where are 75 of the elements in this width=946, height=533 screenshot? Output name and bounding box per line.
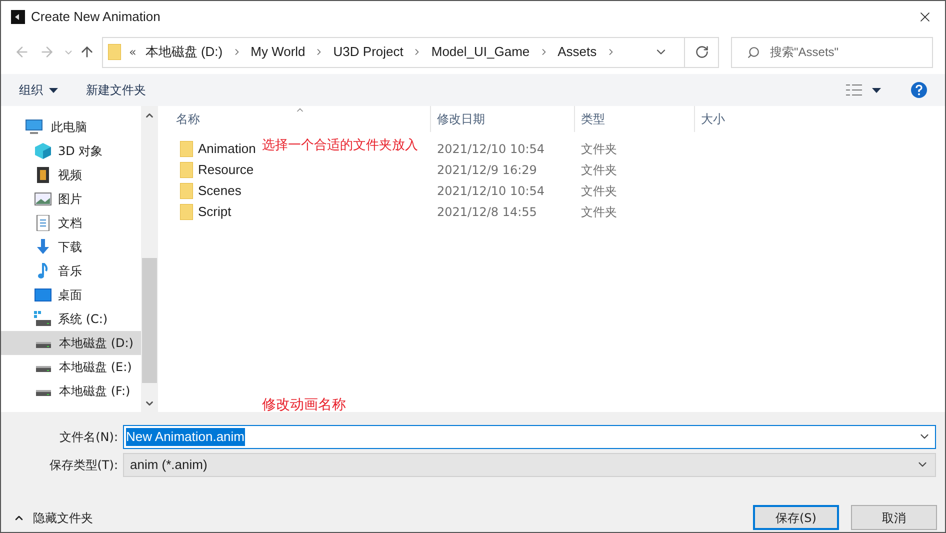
table-cell-text: 2021/12/8 14:55 <box>436 204 538 220</box>
sidebar-item[interactable]: 本地磁盘 (F:) <box>1 379 141 403</box>
filename-label: 文件名(N): <box>58 428 119 446</box>
save-button[interactable]: 保存(S) <box>753 505 839 530</box>
filename-field[interactable]: New Animation.anim <box>123 424 936 448</box>
sidebar-item[interactable]: 下载 <box>1 235 141 259</box>
organize-menu[interactable]: 组织 <box>19 81 58 99</box>
table-cell-text: 2021/12/10 10:54 <box>436 182 546 200</box>
search-icon <box>747 46 760 58</box>
file-name[interactable]: Animation <box>198 138 256 158</box>
caret-icon[interactable] <box>872 88 881 92</box>
breadcrumb[interactable]: U3D Project <box>333 42 404 62</box>
cube-icon <box>34 143 52 159</box>
search-placeholder: 搜索"Assets" <box>770 44 839 61</box>
new-folder-button[interactable]: 新建文件夹 <box>86 81 146 99</box>
file-name[interactable]: Scenes <box>198 180 242 200</box>
folder-icon <box>180 204 193 220</box>
table-cell-text: 2021/12/10 10:54 <box>436 140 546 158</box>
file-type-label: 保存类型(T): <box>48 456 119 474</box>
column-header[interactable]: 修改日期 <box>430 106 574 132</box>
breadcrumb[interactable]: My World <box>250 42 306 62</box>
sidebar-item[interactable]: 文档 <box>1 211 141 235</box>
sidebar-item[interactable]: 视频 <box>1 163 141 187</box>
breadcrumb[interactable]: Model_UI_Game <box>431 42 530 62</box>
image-icon <box>34 191 52 207</box>
table-cell-text: 2021/12/9 16:29 <box>436 162 538 178</box>
download-arrow-icon <box>34 239 52 255</box>
address-bar[interactable]: « 本地磁盘 (D:) My World U3D Project Model_UI_Game Assets <box>102 36 719 68</box>
drive-icon <box>34 311 52 327</box>
file-name[interactable]: Resource <box>198 160 254 180</box>
folder-icon <box>180 162 193 178</box>
table-cell-text: 文件夹 <box>580 140 618 158</box>
window-title: Create New Animation <box>31 8 160 26</box>
annotation-text: 选择一个合适的文件夹放入 <box>262 137 418 155</box>
sidebar-item[interactable]: 系统 (C:) <box>1 307 141 331</box>
organize-label: 组织 <box>19 82 43 99</box>
annotation-text: 修改动画名称 <box>262 396 346 415</box>
sidebar-item[interactable]: 本地磁盘 (D:) <box>1 331 141 355</box>
view-options-icon[interactable] <box>846 84 862 96</box>
file-type-dropdown[interactable]: anim (*.anim) <box>123 452 936 476</box>
table-cell-text: 文件夹 <box>580 182 618 200</box>
drive-icon <box>36 342 51 348</box>
sidebar-item[interactable]: 桌面 <box>1 283 141 307</box>
column-header[interactable]: 类型 <box>574 106 694 132</box>
film-icon <box>34 167 52 183</box>
refresh-icon <box>694 45 708 59</box>
hide-folders-toggle[interactable]: 隐藏文件夹 <box>13 508 93 526</box>
table-cell-text: 文件夹 <box>580 204 618 220</box>
folder-icon <box>108 44 121 60</box>
document-icon <box>34 215 52 231</box>
cancel-button[interactable]: 取消 <box>851 505 937 530</box>
scrollbar[interactable] <box>141 106 158 412</box>
sidebar-item[interactable]: 本地磁盘 (E:) <box>1 355 141 379</box>
breadcrumb[interactable]: Assets <box>558 42 597 62</box>
app-icon <box>11 10 25 24</box>
sidebar-item[interactable]: 音乐 <box>1 259 141 283</box>
file-name[interactable]: Script <box>198 202 232 222</box>
sidebar-item[interactable]: 此电脑 <box>1 115 141 139</box>
column-header[interactable]: 大小 <box>694 106 774 132</box>
folder-icon <box>180 182 193 198</box>
sidebar-item[interactable]: 3D 对象 <box>1 139 141 163</box>
overflow-chevrons[interactable]: « <box>129 43 136 61</box>
arrow-right-icon <box>39 44 55 60</box>
drive-icon <box>36 390 51 396</box>
folder-icon <box>180 140 193 156</box>
table-cell-text: 文件夹 <box>580 162 618 178</box>
drive-icon <box>36 366 51 372</box>
sidebar-item[interactable]: 图片 <box>1 187 141 211</box>
desktop-icon <box>34 287 52 303</box>
caret-icon <box>49 88 58 92</box>
column-header[interactable]: 名称 <box>162 106 430 132</box>
search-field[interactable]: 搜索"Assets" <box>731 36 933 68</box>
computer-icon <box>25 119 43 135</box>
breadcrumb[interactable]: 本地磁盘 (D:) <box>145 42 223 62</box>
help-icon[interactable] <box>911 82 927 98</box>
